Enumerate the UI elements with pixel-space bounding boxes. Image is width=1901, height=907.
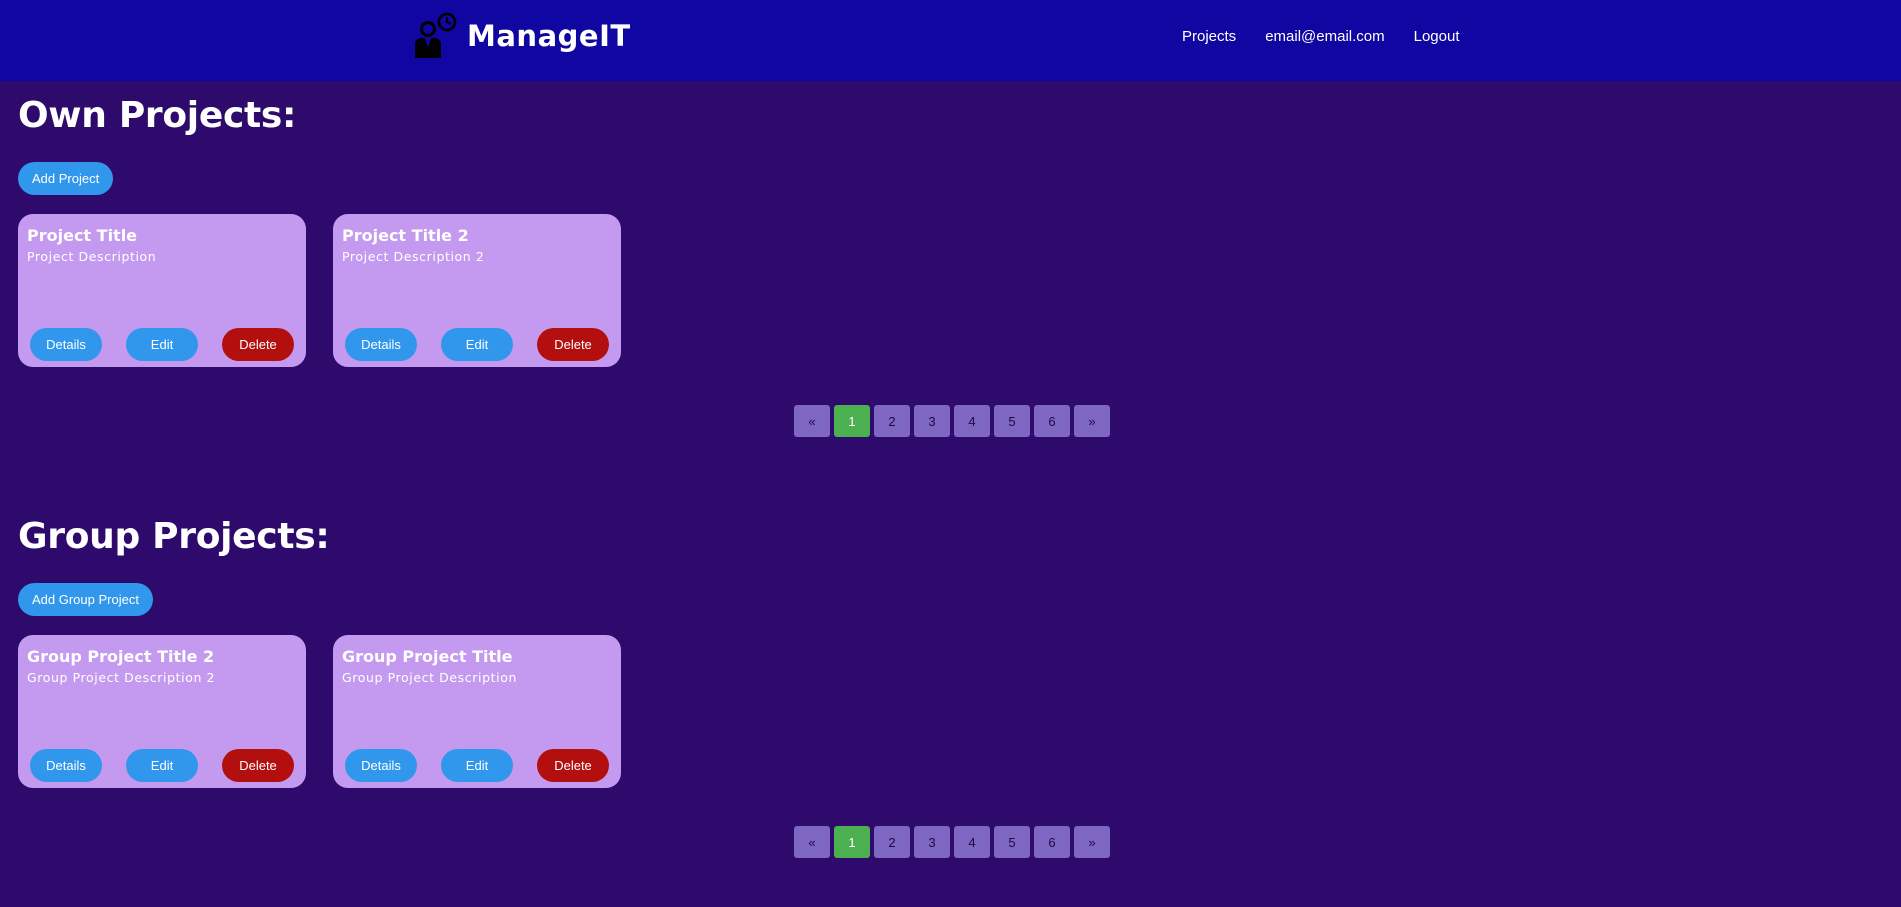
- delete-button[interactable]: Delete: [537, 328, 609, 361]
- group-project-card: Group Project Title Group Project Descri…: [333, 635, 621, 788]
- pagination-page-6[interactable]: 6: [1034, 826, 1070, 858]
- pagination-page-4[interactable]: 4: [954, 826, 990, 858]
- brand[interactable]: ManageIT: [411, 12, 631, 60]
- details-button[interactable]: Details: [345, 328, 417, 361]
- project-card-title: Project Title 2: [342, 226, 469, 245]
- group-projects-list: Group Project Title 2 Group Project Desc…: [18, 635, 648, 788]
- pagination-next-button[interactable]: »: [1074, 826, 1110, 858]
- pagination-page-1[interactable]: 1: [834, 826, 870, 858]
- delete-button[interactable]: Delete: [222, 749, 294, 782]
- project-card: Project Title Project Description Detail…: [18, 214, 306, 367]
- group-project-card-title: Group Project Title 2: [27, 647, 215, 666]
- details-button[interactable]: Details: [30, 749, 102, 782]
- pagination-prev-button[interactable]: «: [794, 405, 830, 437]
- navbar: ManageIT Projects email@email.com Logout: [0, 0, 1901, 81]
- project-card: Project Title 2 Project Description 2 De…: [333, 214, 621, 367]
- delete-button[interactable]: Delete: [537, 749, 609, 782]
- edit-button[interactable]: Edit: [441, 749, 513, 782]
- nav-projects-link[interactable]: Projects: [1182, 28, 1236, 45]
- pagination-page-2[interactable]: 2: [874, 405, 910, 437]
- project-card-description: Project Description 2: [342, 249, 485, 264]
- pagination-page-3[interactable]: 3: [914, 405, 950, 437]
- delete-button[interactable]: Delete: [222, 328, 294, 361]
- details-button[interactable]: Details: [30, 328, 102, 361]
- project-card-actions: Details Edit Delete: [30, 328, 318, 361]
- pagination-page-5[interactable]: 5: [994, 405, 1030, 437]
- pagination-next-button[interactable]: »: [1074, 405, 1110, 437]
- details-button[interactable]: Details: [345, 749, 417, 782]
- pagination-prev-button[interactable]: «: [794, 826, 830, 858]
- edit-button[interactable]: Edit: [126, 328, 198, 361]
- own-projects-list: Project Title Project Description Detail…: [18, 214, 648, 367]
- manager-clock-icon: [415, 12, 457, 58]
- nav-logout-link[interactable]: Logout: [1414, 28, 1460, 45]
- group-project-card-actions: Details Edit Delete: [345, 749, 633, 782]
- pagination-page-6[interactable]: 6: [1034, 405, 1070, 437]
- nav-links: Projects email@email.com Logout: [1182, 28, 1489, 45]
- pagination-page-5[interactable]: 5: [994, 826, 1030, 858]
- edit-button[interactable]: Edit: [441, 328, 513, 361]
- own-projects-pagination: « 1 2 3 4 5 6 »: [794, 405, 1114, 437]
- edit-button[interactable]: Edit: [126, 749, 198, 782]
- group-project-card: Group Project Title 2 Group Project Desc…: [18, 635, 306, 788]
- group-project-card-description: Group Project Description: [342, 670, 517, 685]
- project-card-actions: Details Edit Delete: [345, 328, 633, 361]
- add-group-project-button[interactable]: Add Group Project: [18, 583, 153, 616]
- group-project-card-description: Group Project Description 2: [27, 670, 216, 685]
- pagination-page-4[interactable]: 4: [954, 405, 990, 437]
- group-projects-title: Group Projects:: [18, 516, 330, 557]
- project-card-description: Project Description: [27, 249, 157, 264]
- own-projects-title: Own Projects:: [18, 95, 297, 136]
- pagination-page-3[interactable]: 3: [914, 826, 950, 858]
- pagination-page-1[interactable]: 1: [834, 405, 870, 437]
- pagination-page-2[interactable]: 2: [874, 826, 910, 858]
- project-card-title: Project Title: [27, 226, 138, 245]
- group-project-card-title: Group Project Title: [342, 647, 513, 666]
- nav-user-email-link[interactable]: email@email.com: [1265, 28, 1384, 45]
- brand-name: ManageIT: [467, 19, 631, 53]
- group-project-card-actions: Details Edit Delete: [30, 749, 318, 782]
- group-projects-pagination: « 1 2 3 4 5 6 »: [794, 826, 1114, 858]
- add-project-button[interactable]: Add Project: [18, 162, 114, 195]
